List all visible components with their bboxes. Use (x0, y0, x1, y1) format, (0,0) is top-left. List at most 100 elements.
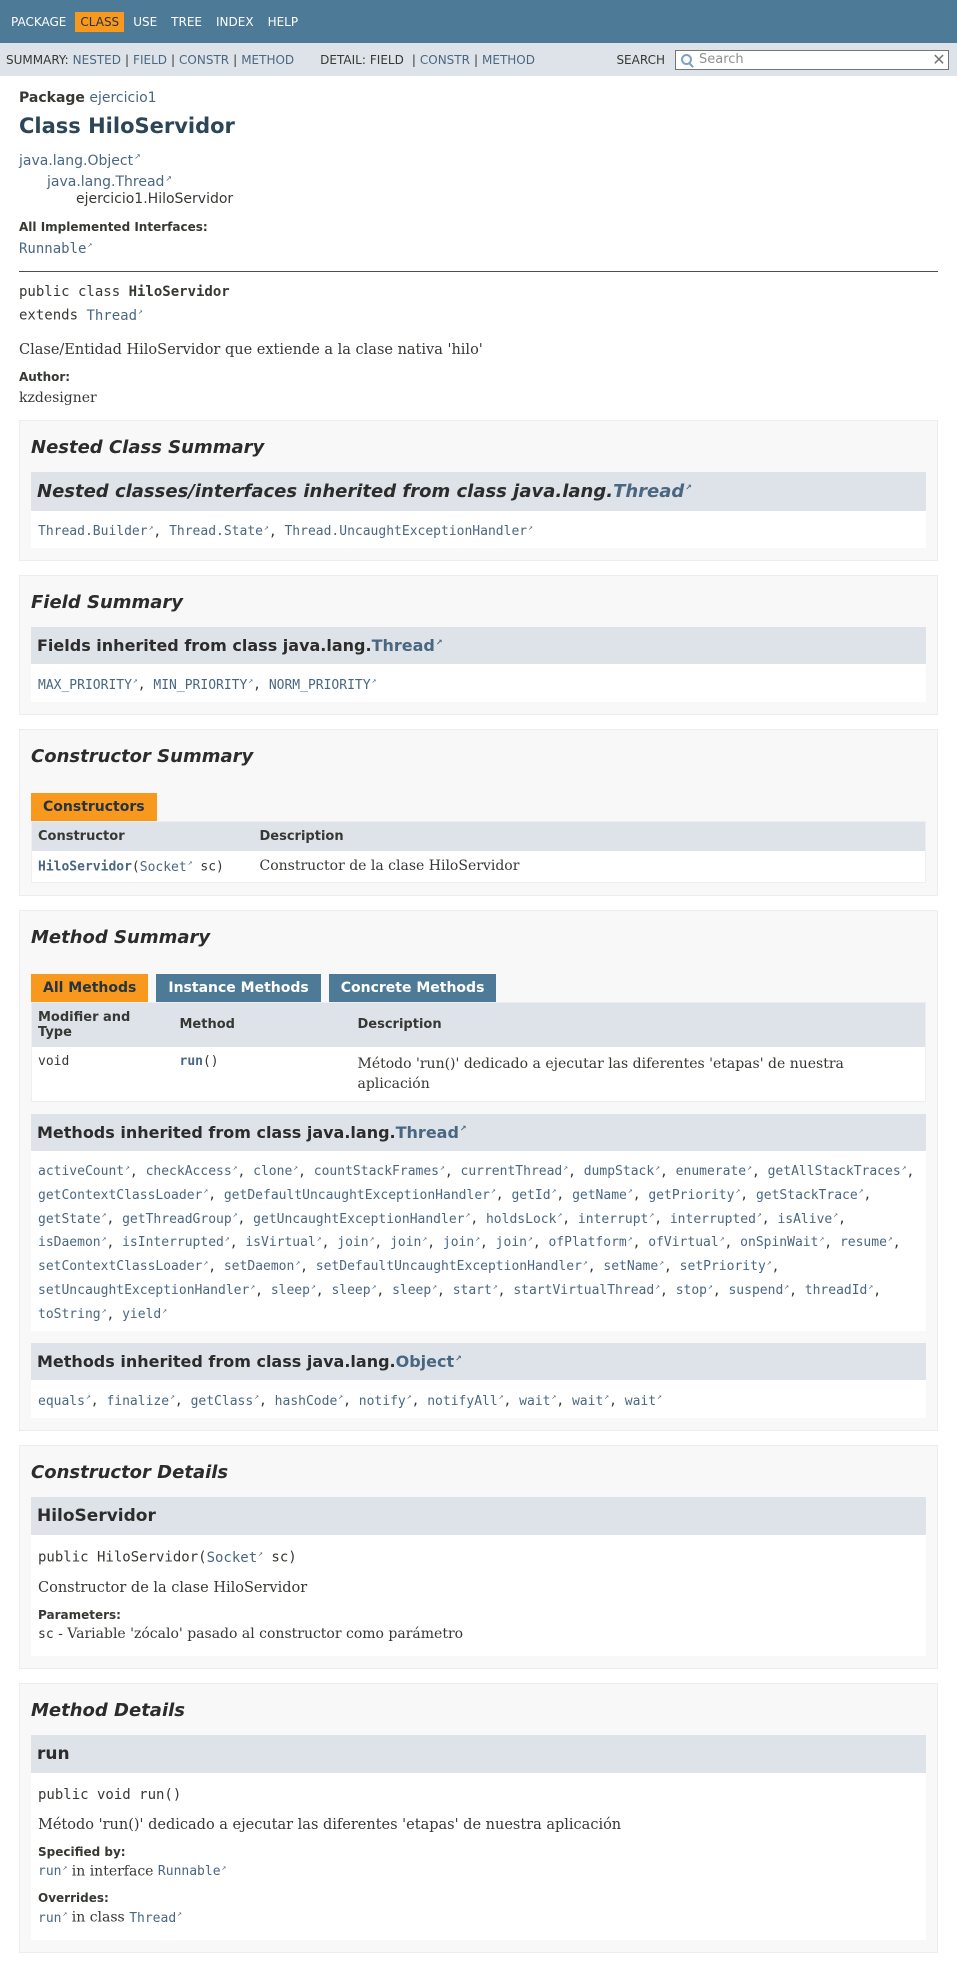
inherited-thread-method-link[interactable]: setUncaughtExceptionHandler (38, 1283, 255, 1298)
nav-help[interactable]: HELP (263, 12, 304, 32)
nested-inherited-thread-link[interactable]: Thread (613, 481, 692, 502)
nav-index[interactable]: INDEX (211, 12, 259, 32)
inherited-thread-method-link[interactable]: ofVirtual (648, 1235, 724, 1250)
inherited-thread-method-link[interactable]: setContextClassLoader (38, 1259, 208, 1274)
inherited-thread-method-link[interactable]: getAllStackTraces (768, 1164, 907, 1179)
inherited-thread-method-link[interactable]: startVirtualThread (513, 1283, 660, 1298)
specified-runnable-link[interactable]: Runnable (158, 1864, 226, 1879)
constructor-description: Constructor de la clase HiloServidor (259, 858, 520, 875)
fields-inherited-thread-link[interactable]: Thread (372, 636, 443, 655)
nested-class-link[interactable]: Thread.UncaughtExceptionHandler (284, 524, 532, 539)
inherited-field-link[interactable]: MAX_PRIORITY (38, 678, 138, 693)
tab-all-methods[interactable]: All Methods (31, 973, 149, 1002)
inherited-thread-method-link[interactable]: getName (572, 1188, 633, 1203)
inherited-thread-method-link[interactable]: isAlive (777, 1212, 838, 1227)
inherited-thread-method-link[interactable]: interrupt (578, 1212, 654, 1227)
inherited-thread-method-link[interactable]: join (337, 1235, 374, 1250)
inherited-thread-method-link[interactable]: sleep (392, 1283, 437, 1298)
inherited-thread-method-link[interactable]: isInterrupted (122, 1235, 230, 1250)
constructor-socket-link[interactable]: Socket (140, 860, 193, 875)
nav-tree[interactable]: TREE (166, 12, 207, 32)
inherited-thread-method-link[interactable]: enumerate (676, 1164, 752, 1179)
inherited-object-method-link[interactable]: notifyAll (427, 1394, 503, 1409)
inherited-thread-method-link[interactable]: holdsLock (486, 1212, 562, 1227)
author-label: Author: (19, 369, 71, 384)
inherited-thread-method-link[interactable]: getId (511, 1188, 556, 1203)
inherited-object-method-link[interactable]: wait (572, 1394, 609, 1409)
constructor-detail-name: HiloServidor (31, 1497, 926, 1536)
nav-package[interactable]: PACKAGE (6, 12, 71, 32)
inherited-thread-method-link[interactable]: activeCount (38, 1164, 130, 1179)
inherited-thread-method-link[interactable]: getDefaultUncaughtExceptionHandler (224, 1188, 496, 1203)
package-link[interactable]: ejercicio1 (89, 90, 156, 106)
inherited-thread-method-link[interactable]: isVirtual (245, 1235, 321, 1250)
inherited-thread-method-link[interactable]: getPriority (648, 1188, 740, 1203)
inherited-thread-method-link[interactable]: clone (253, 1164, 298, 1179)
nested-class-link[interactable]: Thread.State (169, 524, 269, 539)
inherited-thread-method-link[interactable]: join (496, 1235, 533, 1250)
overrides-thread-link[interactable]: Thread (129, 1911, 182, 1926)
constructor-detail-socket-link[interactable]: Socket (207, 1550, 263, 1566)
methods-inherited-thread-link[interactable]: Thread (396, 1123, 467, 1142)
extends-thread-link[interactable]: Thread (86, 308, 142, 324)
inherited-thread-method-link[interactable]: sleep (331, 1283, 376, 1298)
nested-class-link[interactable]: Thread.Builder (38, 524, 153, 539)
inherited-thread-method-link[interactable]: getStackTrace (756, 1188, 864, 1203)
inherit-thread-link[interactable]: java.lang.Thread (47, 174, 172, 190)
summary-link-nested[interactable]: NESTED (73, 53, 121, 67)
inherited-thread-method-link[interactable]: getState (38, 1212, 106, 1227)
inherited-thread-method-link[interactable]: start (453, 1283, 498, 1298)
inherited-object-method-link[interactable]: equals (38, 1394, 91, 1409)
detail-link-constr[interactable]: CONSTR (420, 53, 470, 67)
constructor-hiloservidor-link[interactable]: HiloServidor (38, 860, 132, 875)
search-input[interactable] (695, 52, 930, 67)
summary-link-method[interactable]: METHOD (241, 53, 294, 67)
inherited-thread-method-link[interactable]: resume (840, 1235, 893, 1250)
inherited-thread-method-link[interactable]: setDefaultUncaughtExceptionHandler (316, 1259, 588, 1274)
summary-link-constr[interactable]: CONSTR (179, 53, 229, 67)
inherited-thread-method-link[interactable]: dumpStack (584, 1164, 660, 1179)
tab-concrete-methods[interactable]: Concrete Methods (328, 973, 497, 1002)
inherited-thread-method-link[interactable]: stop (676, 1283, 713, 1298)
inherited-thread-method-link[interactable]: sleep (271, 1283, 316, 1298)
inherited-thread-method-link[interactable]: countStackFrames (314, 1164, 445, 1179)
tab-constructors[interactable]: Constructors (31, 793, 157, 822)
inherited-thread-method-link[interactable]: setDaemon (224, 1259, 300, 1274)
inherited-field-link[interactable]: NORM_PRIORITY (269, 678, 377, 693)
inherited-thread-method-link[interactable]: join (390, 1235, 427, 1250)
clear-search-icon[interactable]: ✕ (930, 50, 948, 69)
inherited-thread-method-link[interactable]: getContextClassLoader (38, 1188, 208, 1203)
inherited-object-method-link[interactable]: hashCode (275, 1394, 343, 1409)
nav-use[interactable]: USE (128, 12, 162, 32)
inherited-thread-method-link[interactable]: interrupted (670, 1212, 762, 1227)
inherited-field-link[interactable]: MIN_PRIORITY (153, 678, 253, 693)
inherited-thread-method-link[interactable]: join (443, 1235, 480, 1250)
inherited-thread-method-link[interactable]: toString (38, 1307, 106, 1322)
inherited-thread-method-link[interactable]: onSpinWait (740, 1235, 824, 1250)
inherited-object-method-link[interactable]: getClass (191, 1394, 259, 1409)
method-run-link[interactable]: run (180, 1054, 203, 1069)
inherited-object-method-link[interactable]: wait (519, 1394, 556, 1409)
inherited-thread-method-link[interactable]: getThreadGroup (122, 1212, 237, 1227)
inherited-thread-method-link[interactable]: threadId (805, 1283, 873, 1298)
inherited-thread-method-link[interactable]: suspend (728, 1283, 789, 1298)
inherited-thread-method-link[interactable]: ofPlatform (548, 1235, 632, 1250)
overrides-run-link[interactable]: run (38, 1911, 67, 1926)
inherited-object-method-link[interactable]: notify (359, 1394, 412, 1409)
inherited-thread-method-link[interactable]: isDaemon (38, 1235, 106, 1250)
inherited-object-method-link[interactable]: wait (625, 1394, 662, 1409)
inherited-thread-method-link[interactable]: checkAccess (146, 1164, 238, 1179)
inherited-object-method-link[interactable]: finalize (106, 1394, 174, 1409)
inherited-thread-method-link[interactable]: yield (122, 1307, 167, 1322)
inherited-thread-method-link[interactable]: currentThread (461, 1164, 569, 1179)
runnable-interface-link[interactable]: Runnable (19, 241, 92, 257)
summary-link-field[interactable]: FIELD (133, 53, 167, 67)
inherited-thread-method-link[interactable]: getUncaughtExceptionHandler (253, 1212, 470, 1227)
inherited-thread-method-link[interactable]: setPriority (680, 1259, 772, 1274)
inherit-object-link[interactable]: java.lang.Object (19, 153, 141, 169)
tab-instance-methods[interactable]: Instance Methods (156, 973, 321, 1002)
methods-inherited-object-link[interactable]: Object (396, 1352, 462, 1371)
inherited-thread-method-link[interactable]: setName (603, 1259, 664, 1274)
detail-link-method[interactable]: METHOD (482, 53, 535, 67)
specified-run-link[interactable]: run (38, 1864, 67, 1879)
